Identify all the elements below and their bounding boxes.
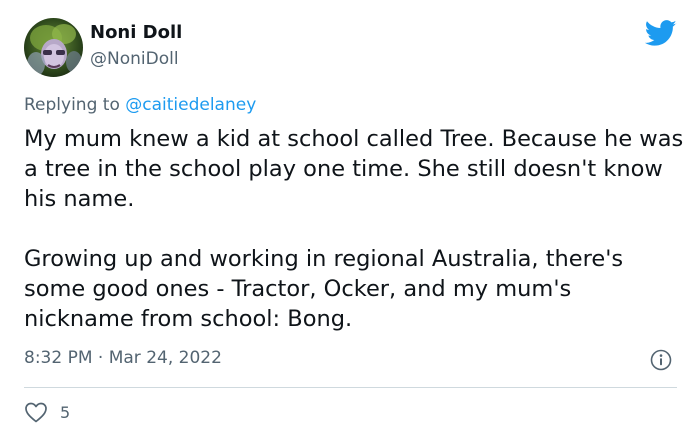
author-handle[interactable]: @NoniDoll <box>90 49 179 69</box>
info-icon[interactable] <box>650 349 672 371</box>
timestamp-separator: · <box>92 348 109 368</box>
tweet-body: My mum knew a kid at school called Tree.… <box>24 124 684 334</box>
like-count: 5 <box>60 402 71 422</box>
tweet-paragraph-1: My mum knew a kid at school called Tree.… <box>24 126 684 212</box>
tweet-timestamp[interactable]: 8:32 PM · Mar 24, 2022 <box>24 348 222 368</box>
avatar[interactable] <box>24 18 83 77</box>
author-display-name[interactable]: Noni Doll <box>90 22 182 43</box>
reply-mention-link[interactable]: @caitiedelaney <box>125 95 256 115</box>
tweet-date: Mar 24, 2022 <box>108 348 222 368</box>
heart-icon <box>25 402 47 423</box>
like-button[interactable]: 5 <box>24 400 70 424</box>
divider <box>24 387 677 388</box>
avatar-image <box>24 18 83 77</box>
tweet-time: 8:32 PM <box>24 348 93 368</box>
tweet-paragraph-2: Growing up and working in regional Austr… <box>24 246 624 332</box>
reply-context: Replying to @caitiedelaney <box>24 95 256 115</box>
twitter-bird-icon[interactable] <box>644 20 677 47</box>
tweet-card: Noni Doll @NoniDoll Replying to @caitied… <box>0 0 700 441</box>
reply-prefix: Replying to <box>24 95 126 115</box>
